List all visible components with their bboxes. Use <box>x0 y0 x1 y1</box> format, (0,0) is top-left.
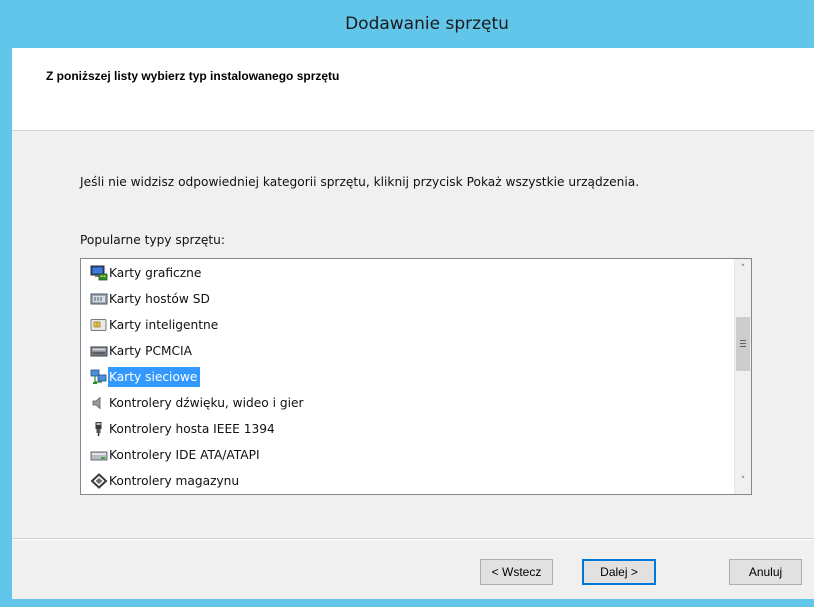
scroll-down-button[interactable]: ˅ <box>735 473 751 490</box>
network-adapter-icon <box>90 369 108 385</box>
add-hardware-window: Dodawanie sprzętu Z poniższej listy wybi… <box>0 0 814 607</box>
list-item-kontrolery-magazynu[interactable]: Kontrolery magazynu <box>90 469 720 493</box>
description-text: Jeśli nie widzisz odpowiedniej kategorii… <box>80 175 640 189</box>
window-title: Dodawanie sprzętu <box>345 14 509 34</box>
grip-line <box>740 343 746 344</box>
list-item-label: Kontrolery IDE ATA/ATAPI <box>109 448 260 462</box>
list-item-label: Karty PCMCIA <box>109 344 192 358</box>
scroll-up-button[interactable]: ˄ <box>735 261 751 278</box>
scrollbar-thumb[interactable] <box>736 317 750 371</box>
list-item-kontrolery-ide[interactable]: Kontrolery IDE ATA/ATAPI <box>90 443 720 467</box>
list-item-label: Kontrolery hosta IEEE 1394 <box>109 422 275 436</box>
list-item-karty-pcmcia[interactable]: Karty PCMCIA <box>90 339 720 363</box>
chevron-up-icon: ˄ <box>740 264 746 274</box>
list-item-karty-sieciowe[interactable]: Karty sieciowe <box>90 365 720 389</box>
window-bottom-border <box>0 599 814 607</box>
list-item-label: Karty graficzne <box>109 266 202 280</box>
cancel-button[interactable]: Anuluj <box>729 559 802 585</box>
list-item-kontrolery-ieee1394[interactable]: Kontrolery hosta IEEE 1394 <box>90 417 720 441</box>
title-bar[interactable]: Dodawanie sprzętu <box>0 0 814 48</box>
list-item-karty-inteligentne[interactable]: Karty inteligentne <box>90 313 720 337</box>
storage-controller-icon <box>90 473 108 489</box>
list-item-label: Kontrolery magazynu <box>109 474 240 488</box>
list-item-label: Karty inteligentne <box>109 318 219 332</box>
sd-host-icon <box>90 291 108 307</box>
vertical-scrollbar[interactable]: ˄ ˅ <box>734 259 751 494</box>
speaker-icon <box>90 395 108 411</box>
hardware-type-listbox[interactable]: Karty graficzne Karty hostów SD Karty in… <box>80 258 752 495</box>
footer-divider-highlight <box>12 539 814 540</box>
hardware-type-items: Karty graficzne Karty hostów SD Karty in… <box>81 259 724 494</box>
back-button[interactable]: < Wstecz <box>480 559 553 585</box>
list-item-karty-hostow-sd[interactable]: Karty hostów SD <box>90 287 720 311</box>
list-item-label: Kontrolery dźwięku, wideo i gier <box>109 396 304 410</box>
display-adapter-icon <box>90 265 108 281</box>
grip-line <box>740 346 746 347</box>
pcmcia-card-icon <box>90 343 108 359</box>
grip-line <box>740 340 746 341</box>
chevron-down-icon: ˅ <box>740 476 746 486</box>
firewire-plug-icon <box>90 421 108 437</box>
next-button[interactable]: Dalej > <box>582 559 656 585</box>
list-item-kontrolery-dzwieku[interactable]: Kontrolery dźwięku, wideo i gier <box>90 391 720 415</box>
list-item-label: Karty sieciowe <box>108 367 201 387</box>
wizard-client-area: Z poniższej listy wybierz typ instalowan… <box>12 48 814 599</box>
wizard-instruction: Z poniższej listy wybierz typ instalowan… <box>46 69 340 83</box>
list-item-label: Karty hostów SD <box>109 292 210 306</box>
smart-card-icon <box>90 317 108 333</box>
list-label: Popularne typy sprzętu: <box>80 233 225 247</box>
list-item-karty-graficzne[interactable]: Karty graficzne <box>90 261 720 285</box>
wizard-header: Z poniższej listy wybierz typ instalowan… <box>12 48 814 131</box>
ide-drive-icon <box>90 447 108 463</box>
